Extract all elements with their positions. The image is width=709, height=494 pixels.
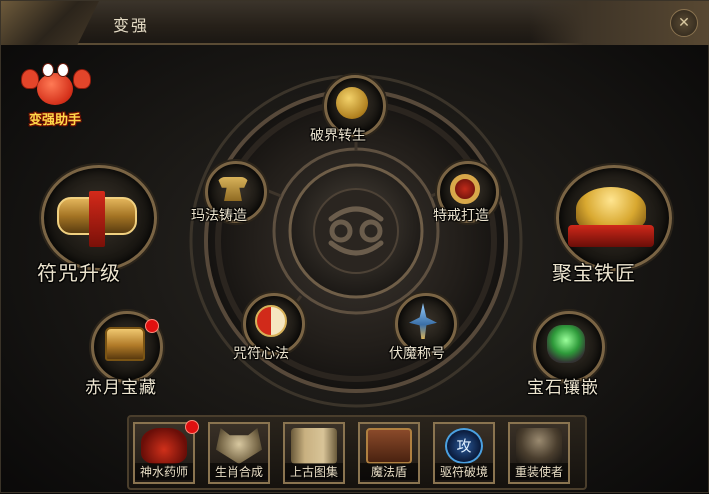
node-demon-title[interactable]: 伏魔称号 (387, 293, 477, 363)
node-forge[interactable]: 玛法铸造 (191, 161, 281, 231)
node-rebirth[interactable]: 破界转生 (310, 75, 396, 145)
bottom-feature-bar: 神水药师 生肖合成 上古图集 魔法盾 攻 驱符破境 重装使者 (127, 415, 587, 490)
spell-book-icon (366, 428, 412, 464)
node-label: 破界转生 (310, 128, 366, 144)
slot-label: 驱符破境 (435, 463, 493, 480)
slot-magic-shield[interactable]: 魔法盾 (358, 422, 420, 484)
slot-zodiac-synthesis[interactable]: 生肖合成 (208, 422, 270, 484)
slot-label: 生肖合成 (210, 463, 268, 480)
node-label: 特戒打造 (433, 208, 489, 224)
notification-dot (185, 420, 199, 434)
node-label: 宝石镶嵌 (527, 378, 599, 398)
node-red-moon-treasure[interactable]: 赤月宝藏 (81, 311, 191, 401)
yin-yang-icon (255, 305, 287, 337)
scroll-ribbon-icon (89, 191, 105, 247)
node-treasure-smith[interactable]: 聚宝铁匠 (546, 161, 686, 286)
potion-jar-icon (141, 428, 187, 464)
strengthen-window: 变强 变强助手 破界转生 玛法铸造 特戒打造 咒符心法 伏魔称号 符咒升级 聚宝… (0, 0, 709, 493)
node-label: 符咒升级 (37, 261, 121, 285)
node-label: 聚宝铁匠 (552, 261, 636, 285)
zodiac-mask-icon (216, 428, 262, 464)
close-icon: ✕ (678, 15, 690, 31)
attack-glyph: 攻 (456, 437, 472, 455)
node-ring-forge[interactable]: 特戒打造 (429, 161, 519, 231)
node-label: 赤月宝藏 (85, 378, 157, 398)
slot-label: 上古图集 (285, 463, 343, 480)
armored-warrior-icon (516, 428, 562, 464)
node-gem-inlay[interactable]: 宝石镶嵌 (521, 311, 631, 401)
close-button[interactable]: ✕ (670, 9, 698, 37)
slot-label: 神水药师 (135, 463, 193, 480)
node-label: 咒符心法 (233, 346, 289, 362)
ruby-ring-icon (450, 174, 480, 204)
node-talisman-upgrade[interactable]: 符咒升级 (31, 161, 171, 286)
node-label: 伏魔称号 (389, 346, 445, 362)
golden-dragon-coin-icon (336, 87, 368, 119)
slot-rune-breakthrough[interactable]: 攻 驱符破境 (433, 422, 495, 484)
notification-dot (145, 319, 159, 333)
slot-ancient-atlas[interactable]: 上古图集 (283, 422, 345, 484)
node-curse[interactable]: 咒符心法 (231, 293, 321, 363)
slot-label: 重装使者 (510, 463, 568, 480)
node-label: 玛法铸造 (191, 208, 247, 224)
ancient-scroll-icon (291, 428, 337, 464)
slot-heavy-envoy[interactable]: 重装使者 (508, 422, 570, 484)
attack-rune-icon: 攻 (445, 428, 483, 464)
treasure-chest-icon (105, 327, 145, 361)
slot-divine-water[interactable]: 神水药师 (133, 420, 199, 484)
red-cushion-icon (568, 225, 654, 247)
gem-ore-icon (547, 325, 585, 363)
slot-label: 魔法盾 (360, 463, 418, 480)
